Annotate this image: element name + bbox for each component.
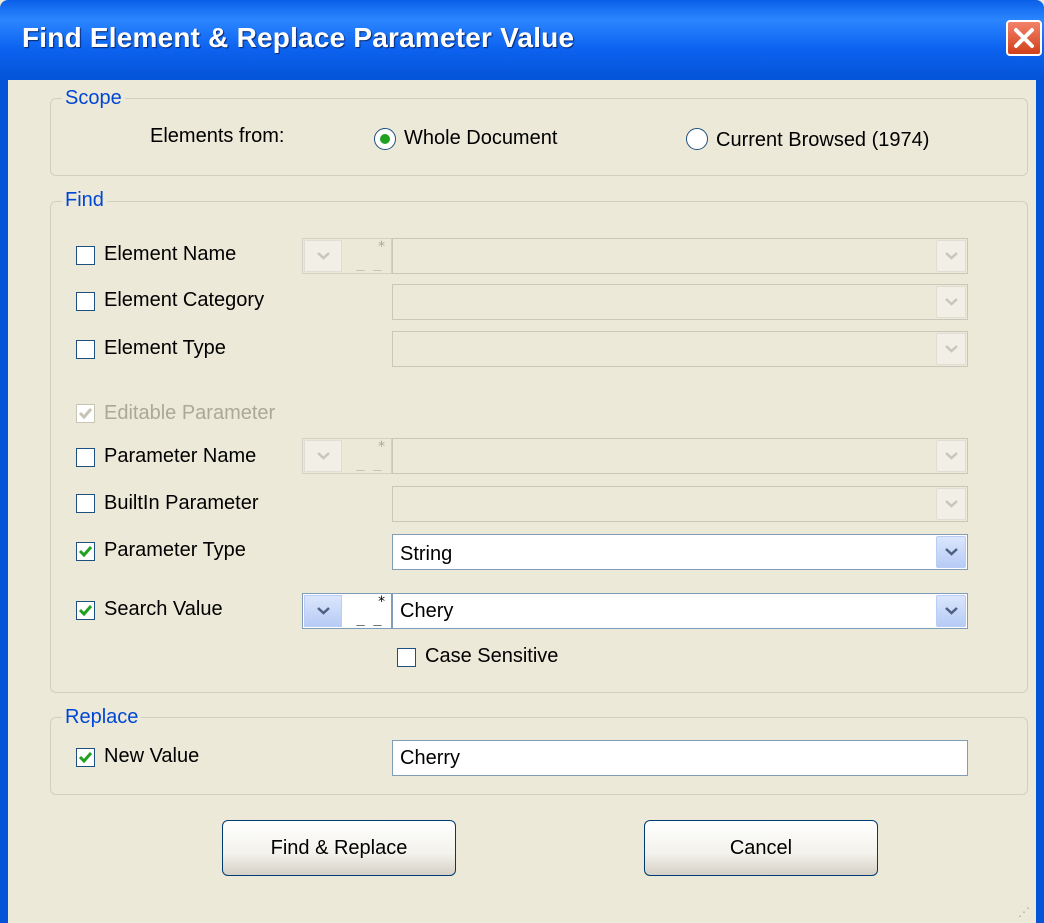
search-value-value[interactable]: Chery bbox=[400, 600, 453, 623]
element-category-combo bbox=[392, 284, 968, 320]
cancel-button[interactable]: Cancel bbox=[644, 820, 878, 876]
elements-from-label: Elements from: bbox=[150, 125, 285, 147]
editable-parameter-label: Editable Parameter bbox=[104, 402, 276, 424]
wildcard-toggle-icon: * _ _ bbox=[352, 439, 386, 471]
checkmark-icon bbox=[78, 546, 93, 558]
scope-legend: Scope bbox=[62, 87, 125, 110]
window-frame-left bbox=[0, 80, 8, 923]
element-type-checkbox[interactable] bbox=[76, 340, 95, 359]
new-value-text[interactable]: Cherry bbox=[400, 747, 460, 770]
whole-document-radio[interactable] bbox=[374, 128, 396, 150]
replace-legend: Replace bbox=[62, 706, 142, 729]
current-browsed-radio[interactable] bbox=[686, 128, 708, 150]
editable-parameter-checkbox bbox=[76, 404, 95, 423]
case-sensitive-label[interactable]: Case Sensitive bbox=[425, 645, 558, 668]
element-name-label[interactable]: Element Name bbox=[104, 243, 236, 266]
new-value-label[interactable]: New Value bbox=[104, 745, 199, 768]
parameter-name-combo bbox=[392, 438, 968, 474]
parameter-name-dropdown-button bbox=[936, 440, 966, 472]
close-icon bbox=[1014, 28, 1034, 48]
chevron-down-icon bbox=[945, 548, 958, 556]
dialog-window: Find Element & Replace Parameter Value S… bbox=[0, 0, 1044, 923]
checkmark-icon bbox=[78, 408, 93, 420]
element-name-checkbox[interactable] bbox=[76, 246, 95, 265]
chevron-down-icon bbox=[317, 607, 330, 615]
new-value-checkbox[interactable] bbox=[76, 748, 95, 767]
search-value-label[interactable]: Search Value bbox=[104, 598, 223, 621]
parameter-name-checkbox[interactable] bbox=[76, 448, 95, 467]
resize-grip-icon[interactable]: ⋰ bbox=[1018, 905, 1030, 919]
element-name-match-dropdown bbox=[304, 240, 342, 272]
chevron-down-icon bbox=[945, 298, 958, 306]
builtin-parameter-label[interactable]: BuiltIn Parameter bbox=[104, 492, 259, 515]
find-replace-button[interactable]: Find & Replace bbox=[222, 820, 456, 876]
parameter-name-label[interactable]: Parameter Name bbox=[104, 445, 256, 468]
wildcard-toggle-icon[interactable]: * _ _ bbox=[347, 594, 391, 628]
parameter-name-match-mode: * _ _ bbox=[302, 438, 392, 474]
chevron-down-icon bbox=[945, 500, 958, 508]
parameter-type-label[interactable]: Parameter Type bbox=[104, 539, 246, 562]
element-category-checkbox[interactable] bbox=[76, 292, 95, 311]
find-legend: Find bbox=[62, 189, 107, 212]
chevron-down-icon bbox=[317, 252, 330, 260]
element-type-combo bbox=[392, 331, 968, 367]
chevron-down-icon bbox=[317, 452, 330, 460]
parameter-name-match-dropdown bbox=[304, 440, 342, 472]
current-browsed-label[interactable]: Current Browsed (1974) bbox=[716, 129, 929, 152]
whole-document-label[interactable]: Whole Document bbox=[404, 127, 557, 150]
element-category-label[interactable]: Element Category bbox=[104, 289, 264, 312]
element-name-combo bbox=[392, 238, 968, 274]
search-value-dropdown-button[interactable] bbox=[936, 595, 966, 627]
search-value-match-mode[interactable]: * _ _ bbox=[302, 593, 392, 629]
checkmark-icon bbox=[78, 605, 93, 617]
close-button[interactable] bbox=[1006, 20, 1042, 56]
chevron-down-icon bbox=[945, 345, 958, 353]
builtin-parameter-checkbox[interactable] bbox=[76, 494, 95, 513]
parameter-type-combo[interactable]: String bbox=[392, 534, 968, 570]
radio-selected-dot bbox=[380, 134, 390, 144]
parameter-type-checkbox[interactable] bbox=[76, 542, 95, 561]
element-name-match-mode: * _ _ bbox=[302, 238, 392, 274]
builtin-parameter-combo bbox=[392, 486, 968, 522]
case-sensitive-checkbox[interactable] bbox=[397, 648, 416, 667]
chevron-down-icon bbox=[945, 452, 958, 460]
search-value-match-dropdown[interactable] bbox=[304, 595, 342, 627]
window-frame-right bbox=[1036, 80, 1044, 923]
parameter-type-dropdown-button[interactable] bbox=[936, 536, 966, 568]
search-value-checkbox[interactable] bbox=[76, 601, 95, 620]
new-value-input[interactable]: Cherry bbox=[392, 740, 968, 776]
element-category-dropdown-button bbox=[936, 286, 966, 318]
wildcard-toggle-icon: * _ _ bbox=[352, 239, 386, 271]
search-value-combo[interactable]: Chery bbox=[392, 593, 968, 629]
element-type-dropdown-button bbox=[936, 333, 966, 365]
title-bar[interactable]: Find Element & Replace Parameter Value bbox=[0, 0, 1044, 80]
window-title: Find Element & Replace Parameter Value bbox=[22, 22, 575, 53]
parameter-type-value: String bbox=[400, 543, 453, 565]
element-type-label[interactable]: Element Type bbox=[104, 337, 226, 360]
builtin-parameter-dropdown-button bbox=[936, 488, 966, 520]
element-name-dropdown-button bbox=[936, 240, 966, 272]
chevron-down-icon bbox=[945, 607, 958, 615]
checkmark-icon bbox=[78, 752, 93, 764]
chevron-down-icon bbox=[945, 252, 958, 260]
